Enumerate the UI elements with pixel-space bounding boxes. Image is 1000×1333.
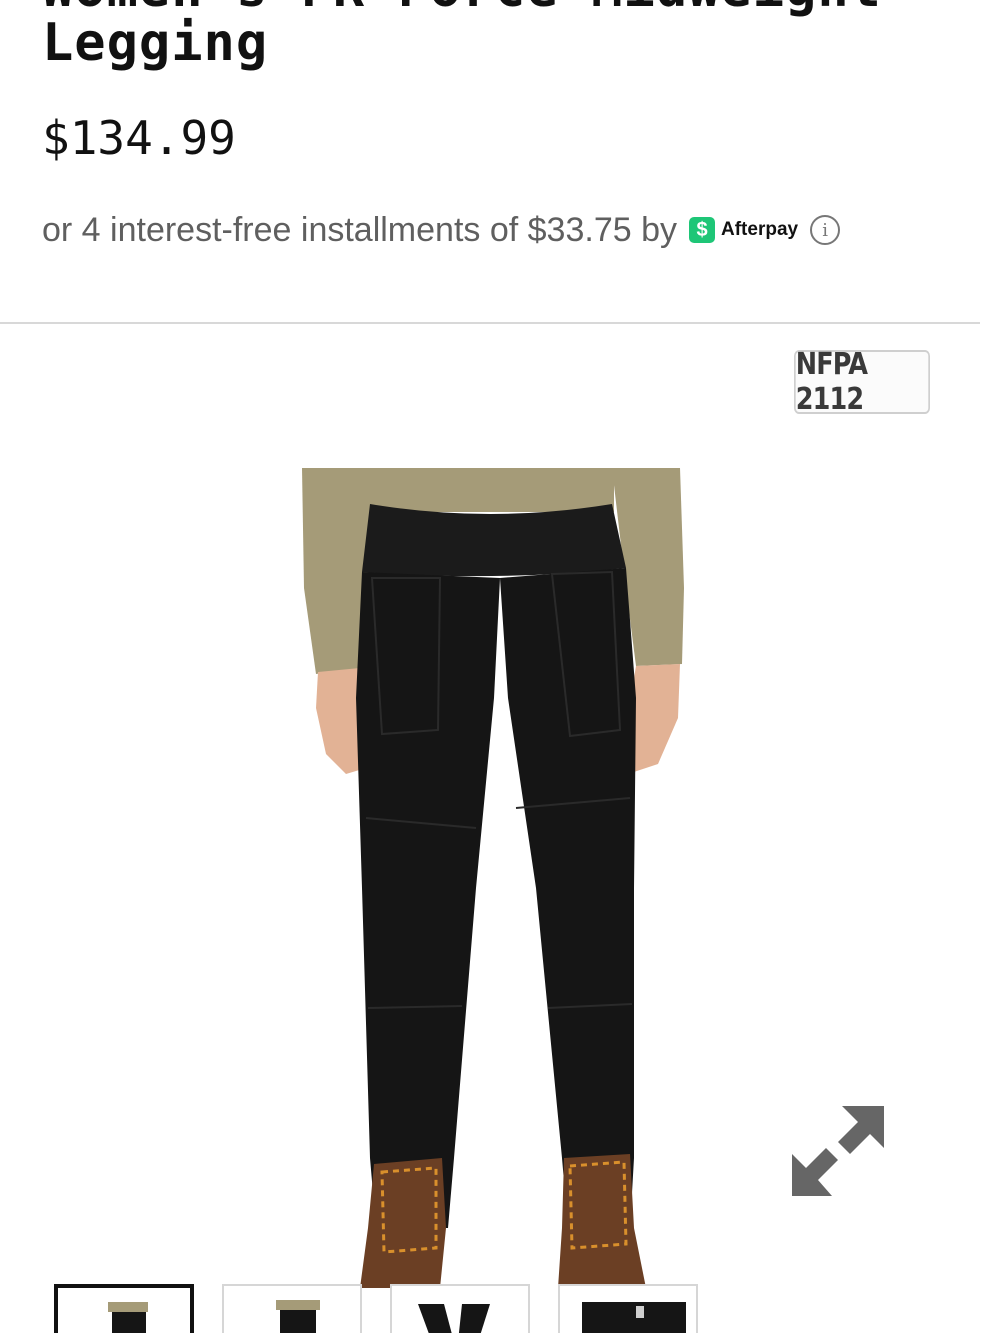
thumbnail-strip	[0, 1284, 1000, 1333]
section-divider	[0, 322, 980, 324]
afterpay-label: Afterpay	[721, 219, 799, 240]
thumbnail-image	[418, 1304, 490, 1333]
certification-badge: NFPA 2112	[794, 347, 930, 417]
afterpay-logo-icon: $	[689, 217, 715, 243]
thumbnail-1[interactable]	[54, 1284, 194, 1333]
installments-text: or 4 interest-free installments of $33.7…	[42, 210, 677, 249]
product-price: $134.99	[42, 111, 236, 165]
product-image[interactable]	[290, 468, 710, 1288]
thumbnail-2[interactable]	[222, 1284, 362, 1333]
thumbnail-4[interactable]	[558, 1284, 698, 1333]
expand-arrows-icon[interactable]	[788, 1102, 886, 1200]
product-page: Women's FR Force Midweight Legging $134.…	[0, 0, 1000, 1333]
thumbnail-image	[582, 1302, 686, 1333]
thumbnail-image	[276, 1300, 320, 1333]
afterpay-installments: or 4 interest-free installments of $33.7…	[42, 208, 841, 252]
info-icon[interactable]: i	[810, 215, 841, 245]
product-title-line-2: Legging	[42, 13, 269, 73]
thumbnail-3[interactable]	[390, 1284, 530, 1333]
thumbnail-image	[108, 1302, 148, 1333]
product-gallery: NFPA 2112	[0, 326, 1000, 1288]
